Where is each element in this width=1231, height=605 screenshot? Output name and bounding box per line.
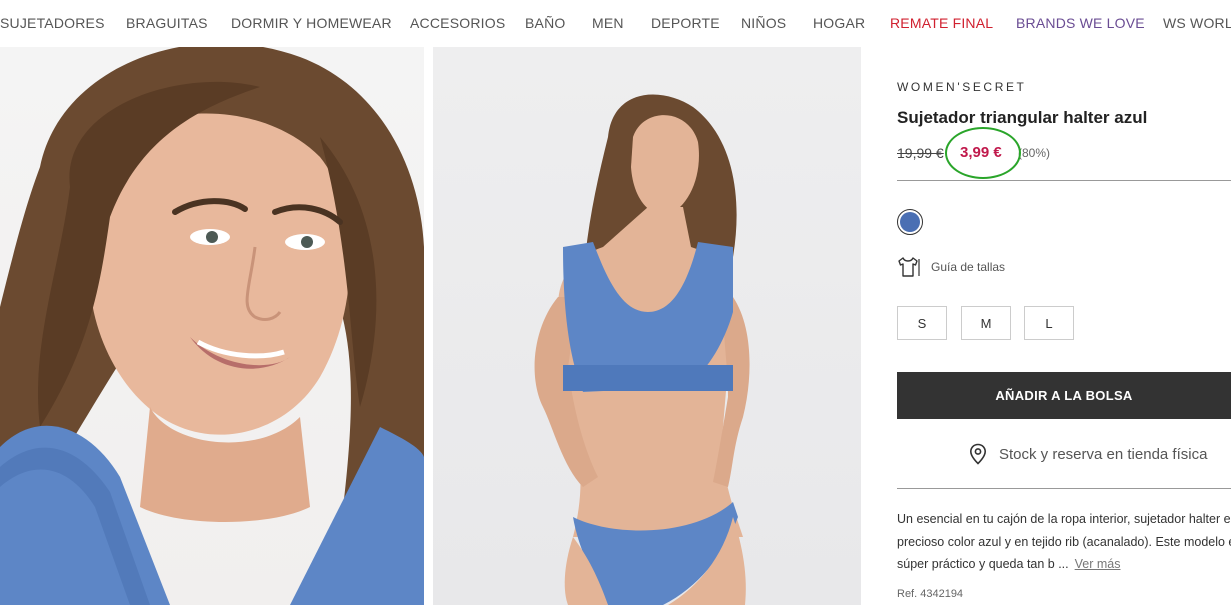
store-stock-link[interactable]: Stock y reserva en tienda física [969,443,1207,465]
nav-item-sujetadores[interactable]: SUJETADORES [0,15,105,31]
product-info-panel: WOMEN'SECRET Sujetador triangular halter… [897,47,1231,605]
price-highlight-circle [945,127,1021,179]
original-price: 19,99 € [897,145,944,161]
product-brand: WOMEN'SECRET [897,80,1027,94]
see-more-link[interactable]: Ver más [1075,557,1121,571]
description-line-last: súper práctico y queda tan b ... Ver más [897,553,1231,576]
size-option-m[interactable]: M [961,306,1011,340]
nav-item-remate-final[interactable]: REMATE FINAL [890,15,993,31]
nav-item-hogar[interactable]: HOGAR [813,15,865,31]
add-to-bag-button[interactable]: AÑADIR A LA BOLSA [897,372,1231,419]
size-guide-shirt-icon [898,257,920,277]
description-line-text: súper práctico y queda tan b ... [897,557,1069,571]
nav-item-brands-we-love[interactable]: BRANDS WE LOVE [1016,15,1145,31]
description-line: precioso color azul y en tejido rib (aca… [897,534,1231,549]
nav-item-bano[interactable]: BAÑO [525,15,565,31]
product-title: Sujetador triangular halter azul [897,108,1148,127]
nav-item-ninos[interactable]: NIÑOS [741,15,786,31]
product-image-fullbody[interactable] [433,47,861,605]
nav-item-accesorios[interactable]: ACCESORIOS [410,15,505,31]
product-image-closeup[interactable] [0,47,424,605]
swatch-fill [900,212,920,232]
size-option-l[interactable]: L [1024,306,1074,340]
nav-item-deporte[interactable]: DEPORTE [651,15,720,31]
description-line: Un esencial en tu cajón de la ropa inter… [897,512,1231,526]
size-guide-label: Guía de tallas [931,260,1006,274]
top-navigation: SUJETADORES BRAGUITAS DORMIR Y HOMEWEAR … [0,0,1231,47]
discount-percentage: (80%) [1018,146,1051,160]
model-portrait-illustration [0,47,424,605]
nav-item-ws-world[interactable]: WS WORLD [1163,15,1231,31]
color-swatch-blue[interactable] [897,209,923,235]
divider [897,488,1231,489]
product-description: Un esencial en tu cajón de la ropa inter… [897,508,1231,576]
nav-item-men[interactable]: MEN [592,15,624,31]
nav-item-braguitas[interactable]: BRAGUITAS [126,15,208,31]
store-stock-label: Stock y reserva en tienda física [999,445,1208,463]
model-fullbody-illustration [534,94,750,605]
nav-item-dormir-homewear[interactable]: DORMIR Y HOMEWEAR [231,15,392,31]
divider [897,180,1231,181]
size-option-s[interactable]: S [897,306,947,340]
size-guide-link[interactable]: Guía de tallas [897,256,1005,278]
location-pin-icon [969,443,987,465]
product-reference: Ref. 4342194 [897,588,964,600]
